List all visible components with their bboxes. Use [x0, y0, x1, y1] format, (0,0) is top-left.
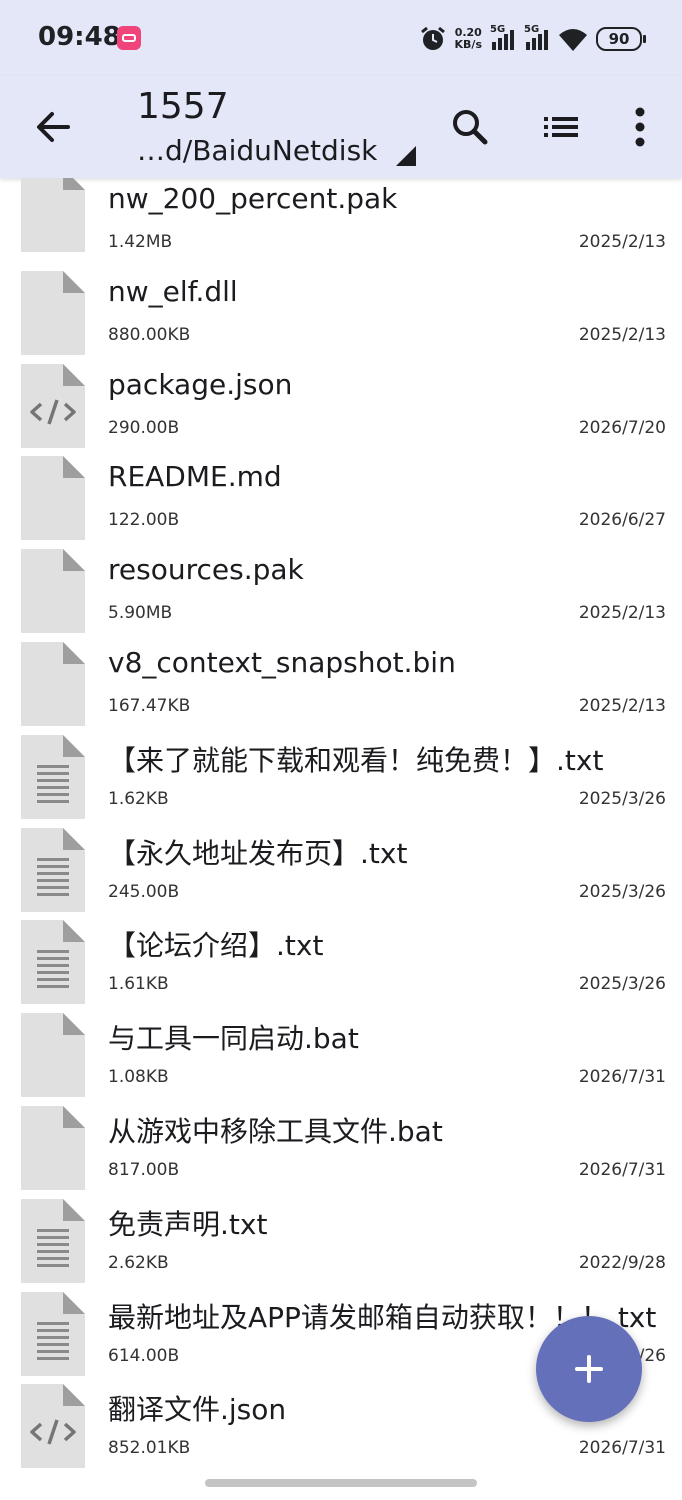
file-name: README.md: [108, 460, 282, 493]
file-size: 2.62KB: [108, 1253, 169, 1273]
file-icon: [21, 178, 85, 252]
text-file-icon: [21, 920, 85, 1004]
file-date: 2026/7/31: [578, 1160, 666, 1180]
file-row[interactable]: 【永久地址发布页】.txt 245.00B 2025/3/26: [0, 828, 682, 921]
file-name: package.json: [108, 368, 293, 401]
folder-title: 1557: [137, 86, 229, 127]
file-size: 1.08KB: [108, 1067, 169, 1087]
file-size: 1.62KB: [108, 789, 169, 809]
file-size: 122.00B: [108, 510, 180, 530]
file-row[interactable]: 与工具一同启动.bat 1.08KB 2026/7/31: [0, 1013, 682, 1106]
search-icon[interactable]: [442, 100, 496, 154]
file-row[interactable]: nw_elf.dll 880.00KB 2025/2/13: [0, 271, 682, 364]
folder-path[interactable]: …d/BaiduNetdisk: [137, 134, 377, 167]
file-name: 免责声明.txt: [108, 1208, 268, 1241]
app-toolbar: 1557 …d/BaiduNetdisk: [0, 76, 682, 178]
file-date: 2025/2/13: [578, 232, 666, 252]
file-size: 880.00KB: [108, 325, 191, 345]
file-date: 2026/7/31: [578, 1067, 666, 1087]
file-icon: [21, 1106, 85, 1190]
file-row[interactable]: 【来了就能下载和观看！纯免费！】.txt 1.62KB 2025/3/26: [0, 735, 682, 828]
list-view-icon[interactable]: [534, 100, 588, 154]
code-file-icon: [21, 1384, 85, 1468]
home-indicator[interactable]: [205, 1479, 477, 1487]
file-row[interactable]: resources.pak 5.90MB 2025/2/13: [0, 549, 682, 642]
file-name: v8_context_snapshot.bin: [108, 646, 456, 679]
file-name: 与工具一同启动.bat: [108, 1022, 359, 1055]
file-name: 【永久地址发布页】.txt: [108, 837, 408, 870]
back-arrow-icon[interactable]: [26, 100, 80, 154]
code-file-icon: [21, 364, 85, 448]
text-file-icon: [21, 1292, 85, 1376]
file-row[interactable]: README.md 122.00B 2026/6/27: [0, 456, 682, 549]
file-name: 从游戏中移除工具文件.bat: [108, 1115, 443, 1148]
file-date: 2022/9/28: [578, 1253, 666, 1273]
wifi-icon: [559, 29, 587, 51]
file-size: 290.00B: [108, 418, 180, 438]
signal-label: 5G: [490, 24, 506, 35]
file-date: 2026/7/20: [578, 418, 666, 438]
file-name: nw_200_percent.pak: [108, 182, 398, 215]
file-icon: [21, 549, 85, 633]
file-date: 2025/3/26: [578, 974, 666, 994]
network-speed-unit: KB/s: [454, 38, 482, 51]
battery-level: 90: [608, 30, 630, 48]
file-icon: [21, 1013, 85, 1097]
file-date: 2025/2/13: [578, 603, 666, 623]
status-bar: 09:48 0.20 KB/s 5G 5G 90: [0, 0, 682, 76]
signal-icon: 5G: [490, 24, 516, 52]
file-size: 167.47KB: [108, 696, 191, 716]
add-fab-button[interactable]: [536, 1316, 642, 1422]
alarm-icon: [420, 26, 445, 50]
file-icon: [21, 642, 85, 726]
network-speed: 0.20 KB/s: [455, 27, 482, 51]
status-time: 09:48: [38, 22, 121, 52]
file-row[interactable]: nw_200_percent.pak 1.42MB 2025/2/13: [0, 178, 682, 271]
file-name: resources.pak: [108, 553, 304, 586]
file-date: 2025/3/26: [578, 789, 666, 809]
signal-label: 5G: [524, 24, 540, 35]
file-row[interactable]: package.json 290.00B 2026/7/20: [0, 364, 682, 457]
file-row[interactable]: 从游戏中移除工具文件.bat 817.00B 2026/7/31: [0, 1106, 682, 1199]
status-indicators: 0.20 KB/s 5G 5G 90: [419, 22, 646, 56]
file-size: 1.61KB: [108, 974, 169, 994]
file-icon: [21, 271, 85, 355]
file-row[interactable]: 免责声明.txt 2.62KB 2022/9/28: [0, 1199, 682, 1292]
file-name: nw_elf.dll: [108, 275, 238, 308]
file-date: 2025/3/26: [578, 882, 666, 902]
text-file-icon: [21, 1199, 85, 1283]
file-date: /26: [638, 1346, 666, 1366]
notification-app-icon: [117, 26, 141, 50]
file-date: 2025/2/13: [578, 325, 666, 345]
file-size: 852.01KB: [108, 1438, 191, 1458]
file-list: nw_200_percent.pak 1.42MB 2025/2/13 nw_elf…: [0, 178, 682, 1500]
text-file-icon: [21, 735, 85, 819]
file-name: 【论坛介绍】.txt: [108, 929, 324, 962]
file-date: 2026/6/27: [578, 510, 666, 530]
file-size: 817.00B: [108, 1160, 180, 1180]
more-vert-icon[interactable]: [613, 100, 667, 154]
file-size: 1.42MB: [108, 232, 173, 252]
file-size: 614.00B: [108, 1346, 180, 1366]
file-date: 2025/2/13: [578, 696, 666, 716]
file-size: 5.90MB: [108, 603, 173, 623]
path-dropdown-icon[interactable]: [396, 146, 416, 166]
text-file-icon: [21, 828, 85, 912]
signal-icon: 5G: [524, 24, 550, 52]
file-row[interactable]: 【论坛介绍】.txt 1.61KB 2025/3/26: [0, 920, 682, 1013]
file-size: 245.00B: [108, 882, 180, 902]
battery-icon: 90: [596, 27, 646, 51]
file-row[interactable]: v8_context_snapshot.bin 167.47KB 2025/2/13: [0, 642, 682, 735]
file-date: 2026/7/31: [578, 1438, 666, 1458]
file-name: 翻译文件.json: [108, 1393, 287, 1426]
file-name: 【来了就能下载和观看！纯免费！】.txt: [108, 744, 604, 777]
file-icon: [21, 456, 85, 540]
